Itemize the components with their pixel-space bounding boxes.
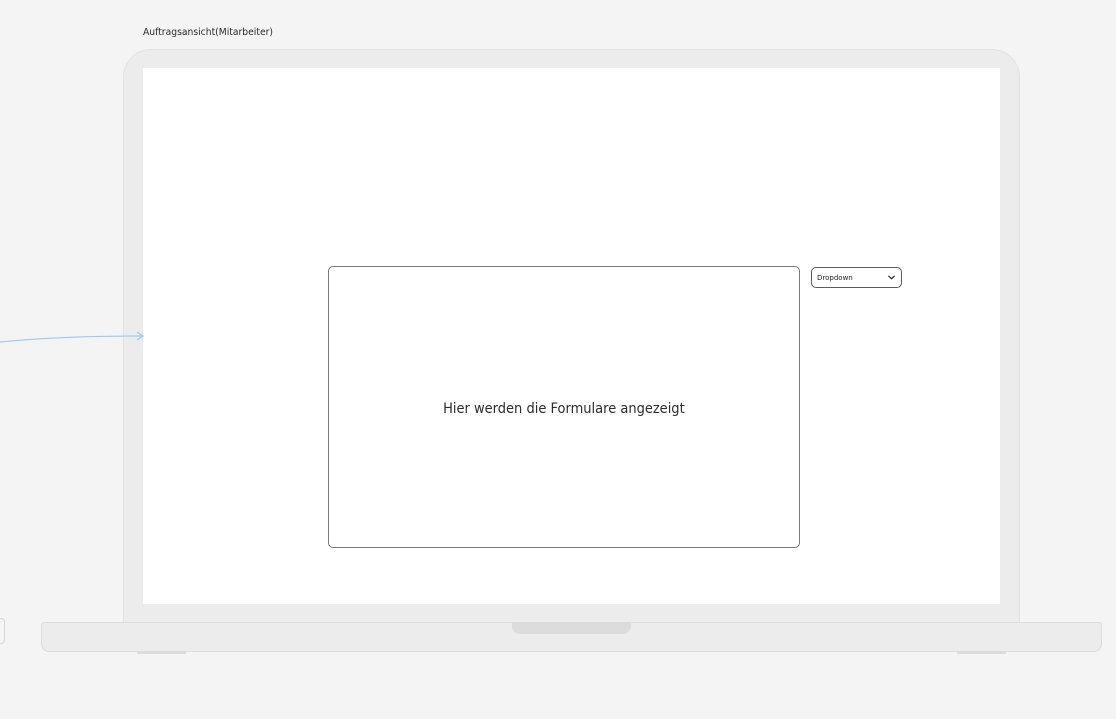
laptop-notch: [512, 622, 631, 634]
chevron-down-icon: [888, 275, 895, 280]
dropdown-select[interactable]: Dropdown: [811, 267, 902, 288]
dropdown-label: Dropdown: [817, 273, 853, 282]
form-display-area: Hier werden die Formulare angezeigt: [328, 266, 800, 548]
prototype-connector-arrow: [0, 331, 145, 343]
laptop-foot-right: [957, 652, 1006, 654]
frame-title: Auftragsansicht(Mitarbeiter): [143, 27, 273, 38]
laptop-foot-left: [137, 652, 186, 654]
design-canvas: Auftragsansicht(Mitarbeiter) Hier werden…: [0, 0, 1116, 719]
offscreen-frame-edge: [0, 618, 5, 644]
connector-line: [0, 335, 143, 343]
form-placeholder-text: Hier werden die Formulare angezeigt: [443, 401, 685, 417]
